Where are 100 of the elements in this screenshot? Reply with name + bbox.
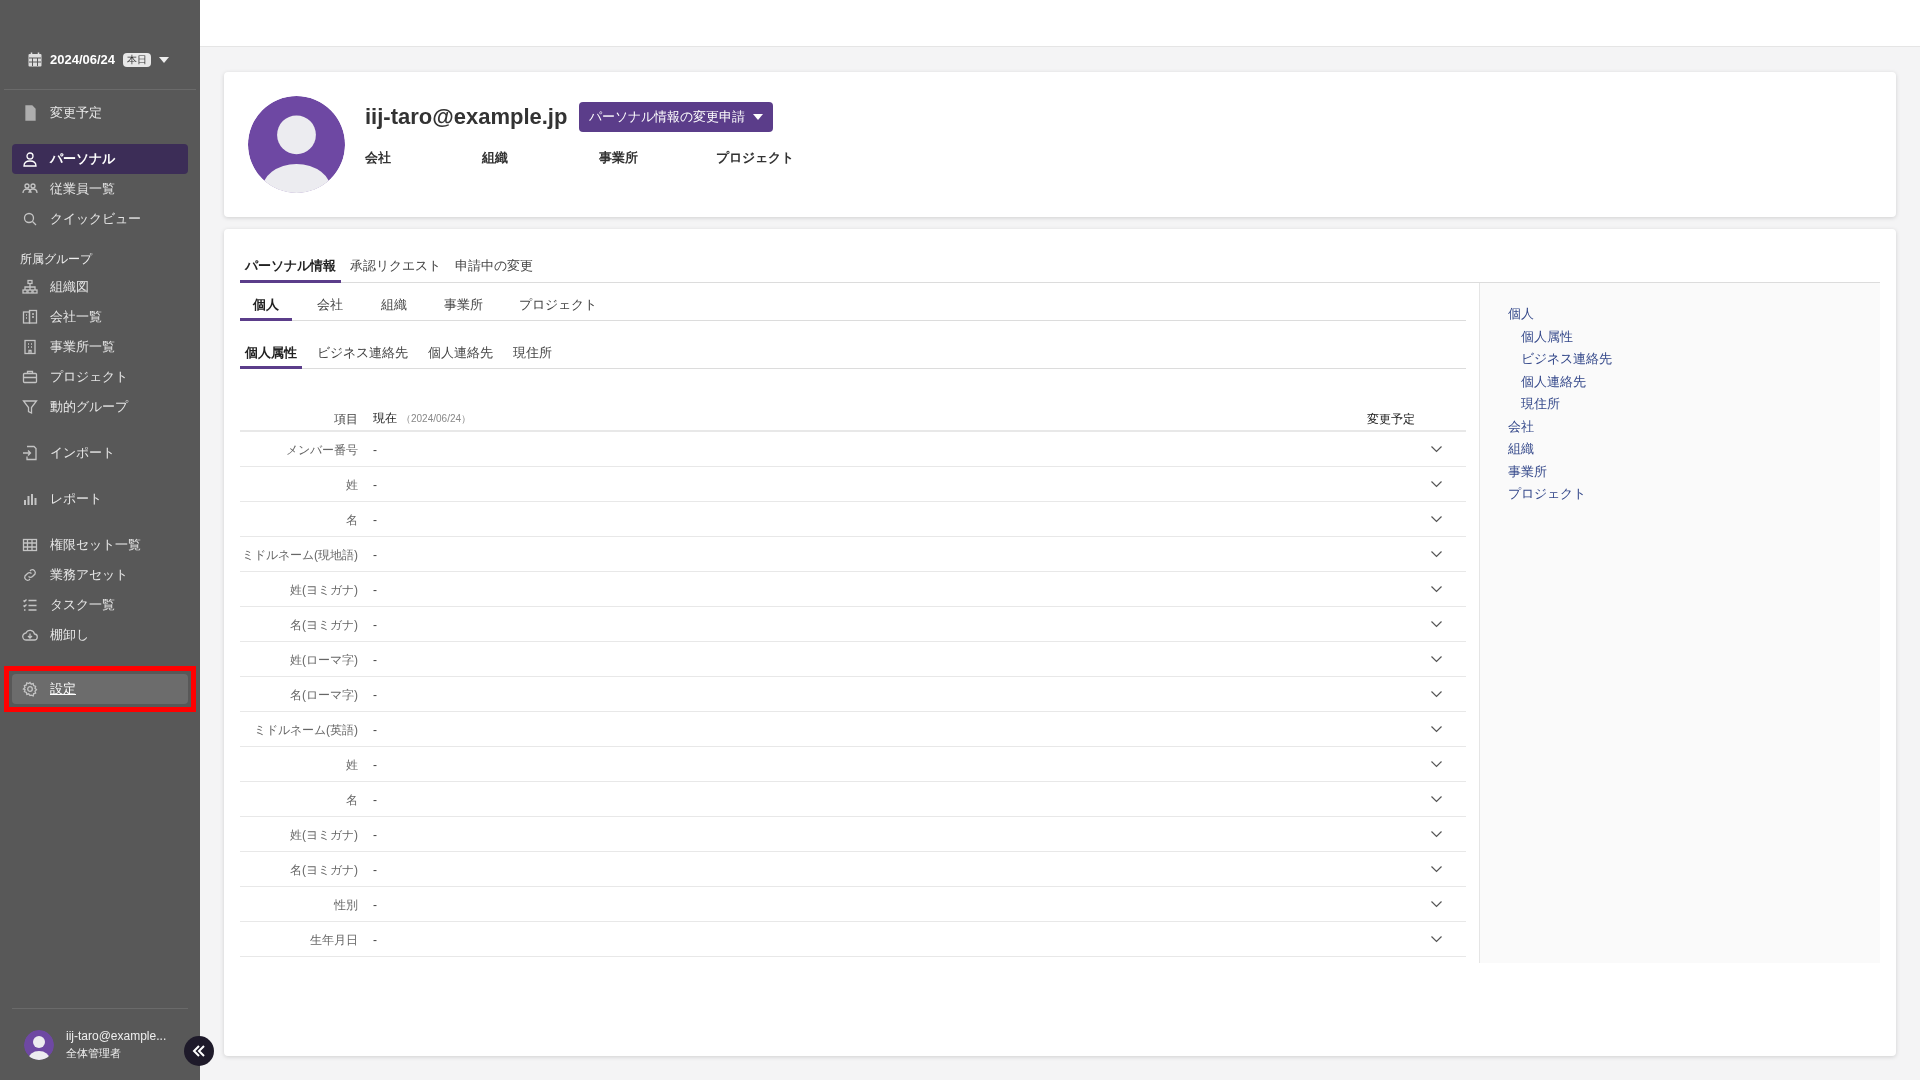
field-value: - [373,583,377,597]
field-value: - [373,618,377,632]
field-label: 生年月日 [310,933,358,947]
sidebar-item[interactable]: 設定 [12,674,188,704]
sidebar-item[interactable]: 組織図 [12,272,188,302]
profile-field-label: 事業所 [599,150,638,165]
field-label: 性別 [334,898,358,912]
checklist-icon [22,597,38,613]
chevron-down-icon[interactable] [1430,795,1442,803]
chevron-down-icon[interactable] [1430,830,1442,838]
profile-email: iij-taro@example.jp [365,103,568,131]
chevron-down-icon[interactable] [1430,480,1442,488]
chevron-down-icon[interactable] [1430,445,1442,453]
tab[interactable]: プロジェクト [507,291,609,321]
org-chart-icon [22,279,38,295]
search-icon [22,211,38,227]
outline-link[interactable]: 現住所 [1521,393,1560,416]
chevron-down-icon[interactable] [1430,900,1442,908]
field-value: - [373,933,377,947]
date-label: 2024/06/24 [50,50,116,69]
chevron-down-icon[interactable] [1430,935,1442,943]
column-header: 現在 [373,410,397,427]
profile-field-label: プロジェクト [716,150,794,165]
field-label: 名(ヨミガナ) [290,618,358,632]
cloud-download-icon [22,627,38,643]
outline-link[interactable]: 事業所 [1508,460,1547,483]
outline-link[interactable]: 会社 [1508,415,1534,438]
tab[interactable]: 現住所 [508,339,557,369]
sidebar-item[interactable]: レポート [12,484,188,514]
filter-icon [22,399,38,415]
field-label: 名 [346,513,358,527]
outline-link[interactable]: 個人 [1508,303,1534,326]
sidebar-item[interactable]: クイックビュー [12,204,188,234]
sidebar-item[interactable]: 権限セット一覧 [12,530,188,560]
tab[interactable]: 会社 [304,291,356,321]
user-email: iij-taro@example... [66,1027,167,1045]
tab[interactable]: 承認リクエスト [345,251,446,283]
field-value: - [373,443,377,457]
sidebar-item[interactable]: 動的グループ [12,392,188,422]
tab[interactable]: 申請中の変更 [450,251,538,283]
chevron-down-icon[interactable] [1430,760,1442,768]
grid-icon [22,537,38,553]
sidebar-item[interactable]: 業務アセット [12,560,188,590]
tab[interactable]: パーソナル情報 [240,251,341,283]
field-value: - [373,548,377,562]
outline-link[interactable]: 個人連絡先 [1521,370,1586,393]
field-label: 姓(ローマ字) [290,653,358,667]
field-label: 姓(ヨミガナ) [290,583,358,597]
bar-chart-icon [22,491,38,507]
tab[interactable]: 組織 [368,291,420,321]
tab[interactable]: 個人属性 [240,339,302,369]
chevron-down-icon[interactable] [1430,725,1442,733]
chevron-down-icon[interactable] [1430,865,1442,873]
chevron-down-icon[interactable] [1430,655,1442,663]
chevron-down-icon[interactable] [1430,515,1442,523]
settings-icon [22,681,38,697]
calendar-icon [28,52,42,67]
chevron-down-icon[interactable] [1430,585,1442,593]
document-icon [22,105,38,121]
chevron-down-icon[interactable] [1430,550,1442,558]
building-icon [22,339,38,355]
column-header: 項目 [334,412,358,426]
profile-field-label: 組織 [482,150,508,165]
sidebar-item[interactable]: 事業所一覧 [12,332,188,362]
buildings-icon [22,309,38,325]
field-label: ミドルネーム(現地語) [242,548,358,562]
outline-link[interactable]: ビジネス連絡先 [1521,348,1612,371]
field-value: - [373,828,377,842]
sidebar-item[interactable]: パーソナル [12,144,188,174]
chevron-down-icon[interactable] [1430,620,1442,628]
tab[interactable]: 個人 [240,291,292,321]
today-badge: 本日 [123,52,152,67]
chevron-down-icon[interactable] [1430,690,1442,698]
sidebar-item[interactable]: プロジェクト [12,362,188,392]
caret-down-icon[interactable] [159,56,170,63]
outline-link[interactable]: プロジェクト [1508,483,1586,506]
sidebar-item[interactable]: 棚卸し [12,620,188,650]
sidebar-item[interactable]: 会社一覧 [12,302,188,332]
avatar-icon [24,1029,54,1060]
change-request-button[interactable]: パーソナル情報の変更申請 [579,101,774,132]
section-heading: 所属グループ [19,251,94,268]
tab[interactable]: ビジネス連絡先 [312,339,413,369]
field-label: 姓 [346,758,358,772]
current-date: （2024/06/24） [401,412,472,426]
field-label: メンバー番号 [286,443,358,457]
field-label: 名 [346,793,358,807]
field-value: - [373,478,377,492]
field-value: - [373,793,377,807]
sidebar-item[interactable]: 従業員一覧 [12,174,188,204]
sidebar-item[interactable]: 変更予定 [12,98,188,128]
outline-link[interactable]: 組織 [1508,438,1534,461]
tab[interactable]: 事業所 [432,291,495,321]
field-value: - [373,688,377,702]
sidebar-item[interactable]: タスク一覧 [12,590,188,620]
sidebar-item[interactable]: インポート [12,438,188,468]
link-icon [22,567,38,583]
outline-link[interactable]: 個人属性 [1521,325,1573,348]
field-label: 姓(ヨミガナ) [290,828,358,842]
tab[interactable]: 個人連絡先 [423,339,498,369]
collapse-button[interactable] [184,1036,214,1066]
